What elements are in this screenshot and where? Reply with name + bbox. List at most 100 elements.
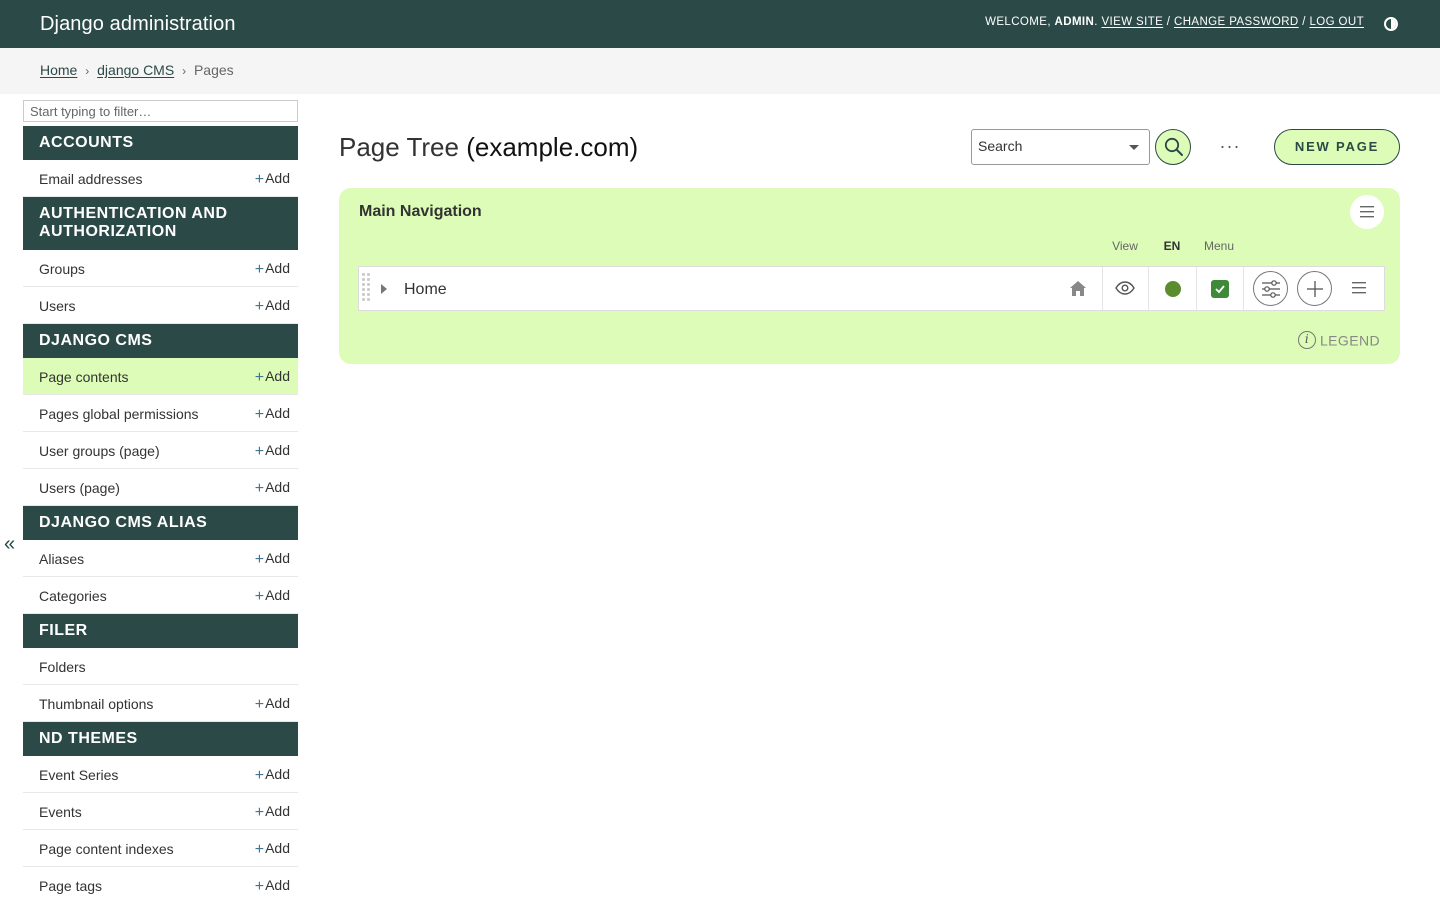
sidebar-item: Event Series +Add [23,756,298,793]
new-page-button[interactable]: NEW PAGE [1274,129,1400,165]
add-label: Add [265,803,290,819]
add-label: Add [265,297,290,313]
cell-divider [1102,267,1103,310]
page-title-site: (example.com) [466,132,639,162]
app-section: Filer Folders Thumbnail options +Add [23,614,298,722]
sidebar-item-link[interactable]: Groups [39,261,85,277]
add-label: Add [265,840,290,856]
app-section: ND Themes Event Series +Add Events +Add Page … [23,722,298,900]
sidebar-item-link[interactable]: Folders [39,659,86,675]
sidebar-filter-input[interactable] [23,100,298,122]
sidebar-item-link[interactable]: User groups (page) [39,443,160,459]
more-options-button[interactable]: ··· [1216,137,1244,158]
add-label: Add [265,695,290,711]
tree-row[interactable]: Home [358,266,1385,311]
search-icon [1164,137,1183,156]
sidebar-item-link[interactable]: Categories [39,588,107,604]
app-section-title[interactable]: Accounts [23,126,298,160]
sidebar-collapse-icon[interactable]: « [4,533,15,556]
sidebar-item-link[interactable]: Events [39,804,82,820]
site-brand[interactable]: Django administration [40,13,236,36]
app-section: django CMS Page contents +Add Pages global … [23,324,298,506]
add-button[interactable]: +Add [255,479,290,497]
add-label: Add [265,405,290,421]
sidebar-item-link[interactable]: Email addresses [39,171,143,187]
add-button[interactable]: +Add [255,695,290,713]
cell-divider [1148,267,1149,310]
page-title-link[interactable]: Home [404,281,447,299]
plus-icon: + [254,878,265,895]
add-button[interactable]: +Add [255,587,290,605]
breadcrumb-current: Pages [193,62,234,78]
app-section-title[interactable]: Filer [23,614,298,648]
checkmark-icon [1215,285,1225,294]
add-button[interactable]: +Add [255,803,290,821]
menu-checkbox[interactable] [1211,280,1229,298]
sidebar-item: Folders [23,648,298,685]
add-button[interactable]: +Add [255,877,290,895]
chevron-down-icon[interactable] [1129,145,1139,150]
sidebar-item-link[interactable]: Users [39,298,76,314]
sidebar-item-link[interactable]: Event Series [39,767,118,783]
add-button[interactable]: +Add [255,442,290,460]
add-button[interactable]: +Add [255,170,290,188]
add-button[interactable]: +Add [255,368,290,386]
plus-icon: + [254,261,265,278]
theme-toggle-icon[interactable] [1384,17,1398,31]
tree-title: Main Navigation [359,203,482,220]
sidebar-item-link[interactable]: Pages global permissions [39,406,199,422]
plus-icon [1307,281,1323,297]
legend-button[interactable]: i LEGEND [1298,331,1380,350]
sidebar-item-link[interactable]: Thumbnail options [39,696,153,712]
add-button[interactable]: +Add [255,550,290,568]
add-label: Add [265,587,290,603]
add-label: Add [265,550,290,566]
expand-arrow-icon[interactable] [381,284,387,294]
drag-handle-icon[interactable] [362,273,372,305]
sliders-icon [1262,280,1280,298]
add-child-page-button[interactable] [1297,271,1332,306]
view-site-link[interactable]: VIEW SITE [1101,16,1163,28]
sidebar-item: Events +Add [23,793,298,830]
log-out-link[interactable]: LOG OUT [1309,16,1364,28]
search-button[interactable] [1155,129,1191,165]
breadcrumb-app[interactable]: django CMS [97,62,174,78]
sidebar-item-link[interactable]: Users (page) [39,480,120,496]
add-button[interactable]: +Add [255,840,290,858]
eye-icon[interactable] [1115,281,1135,295]
plus-icon: + [254,841,265,858]
language-status-icon[interactable] [1165,281,1181,297]
sidebar-item-link[interactable]: Page content indexes [39,841,174,857]
sidebar-item: Email addresses +Add [23,160,298,197]
cell-divider [1243,267,1244,310]
app-section-title[interactable]: Authentication and Authorization [23,197,298,250]
breadcrumb-separator: › [85,64,90,78]
app-section-title[interactable]: django CMS [23,324,298,358]
change-password-link[interactable]: CHANGE PASSWORD [1174,16,1299,28]
add-label: Add [265,260,290,276]
add-label: Add [265,479,290,495]
breadcrumb-home[interactable]: Home [40,62,77,78]
app-section-title[interactable]: ND Themes [23,722,298,756]
column-header-language[interactable]: EN [1161,239,1183,253]
sidebar-item-link[interactable]: Page contents [39,369,129,385]
page-settings-button[interactable] [1253,271,1288,306]
tree-menu-button[interactable] [1350,195,1384,229]
sidebar-item-link[interactable]: Aliases [39,551,84,567]
search-field[interactable] [971,129,1150,165]
plus-icon: + [254,406,265,423]
add-button[interactable]: +Add [255,405,290,423]
sidebar-item: Users (page) +Add [23,469,298,506]
plus-icon: + [254,551,265,568]
page-title: Page Tree (example.com) [339,132,638,163]
sidebar-item: Categories +Add [23,577,298,614]
row-actions-icon[interactable] [1352,282,1366,294]
sidebar-item: User groups (page) +Add [23,432,298,469]
add-button[interactable]: +Add [255,260,290,278]
legend-label: LEGEND [1320,332,1380,349]
add-button[interactable]: +Add [255,766,290,784]
search-input[interactable] [978,138,1118,154]
add-button[interactable]: +Add [255,297,290,315]
sidebar-item-link[interactable]: Page tags [39,878,102,894]
app-section-title[interactable]: django CMS Alias [23,506,298,540]
